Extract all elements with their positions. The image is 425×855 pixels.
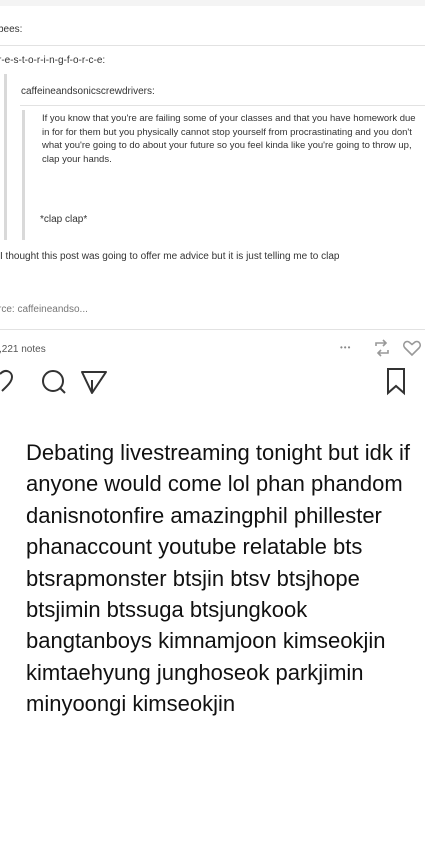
divider (0, 329, 425, 330)
reblog-icon[interactable] (372, 338, 392, 358)
username-restoringforce[interactable]: r-e-s-t-o-r-i-n-g-f-o-r-c-e: (0, 55, 105, 66)
caption-text: Debating livestreaming tonight but idk i… (26, 440, 410, 717)
reply-text: I thought this post was going to offer m… (0, 251, 340, 262)
like-icon[interactable] (402, 338, 422, 358)
share-icon[interactable] (80, 368, 108, 396)
reblog-trail-bar (22, 110, 25, 240)
username-caffeineandsonicscrewdrivers[interactable]: caffeineandsonicscrewdrivers: (21, 86, 155, 97)
source-link[interactable]: rce: caffeineandso... (0, 304, 88, 315)
clap-text: *clap clap* (40, 214, 88, 225)
notes-count[interactable]: ,221 notes (0, 344, 46, 355)
divider (20, 105, 425, 106)
heart-icon[interactable] (0, 368, 26, 394)
bookmark-icon[interactable] (384, 366, 408, 396)
divider (0, 45, 425, 46)
tumblr-post: bees: r-e-s-t-o-r-i-n-g-f-o-r-c-e: caffe… (0, 0, 425, 405)
comment-icon[interactable] (40, 368, 68, 396)
more-icon[interactable]: ••• (340, 343, 351, 352)
quote-text: If you know that you're are failing some… (42, 113, 416, 165)
reblog-trail-bar (4, 74, 7, 240)
username-bees[interactable]: bees: (0, 24, 22, 35)
top-border (0, 0, 425, 6)
